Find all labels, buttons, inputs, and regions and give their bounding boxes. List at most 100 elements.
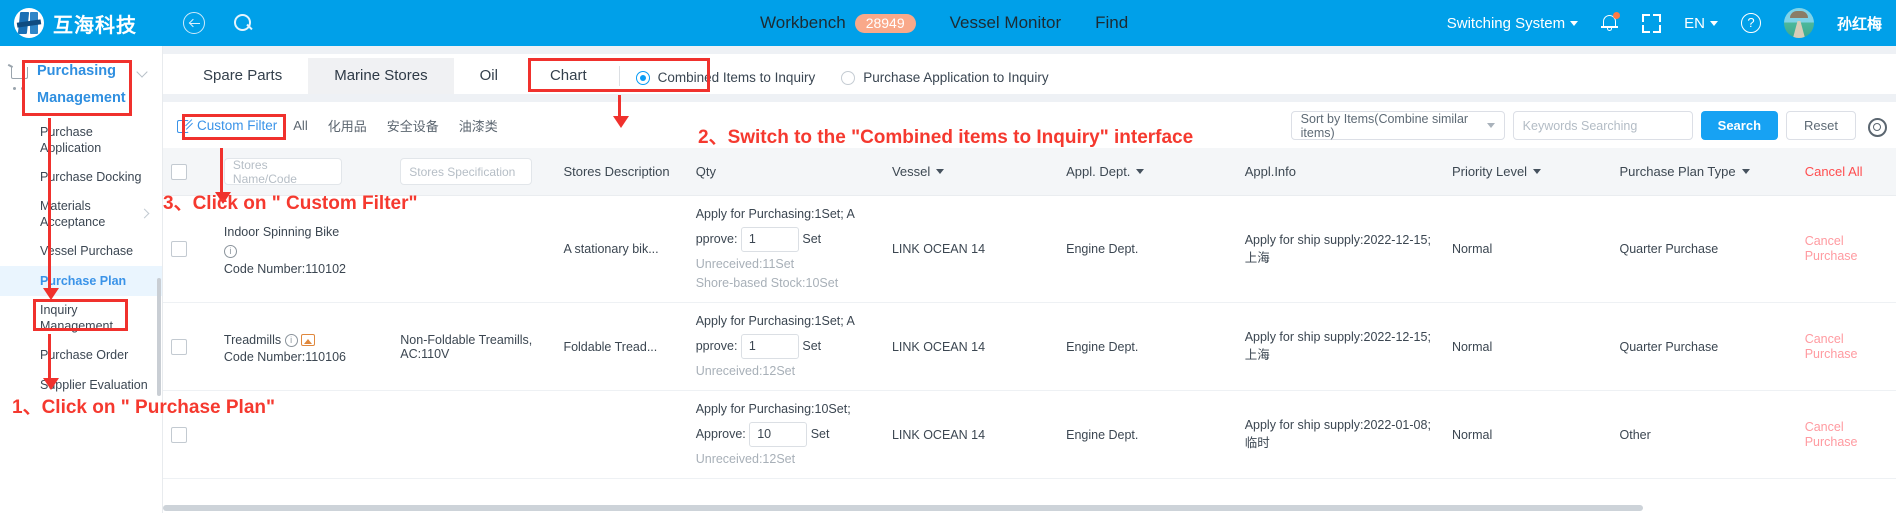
radio-combined-items-to-inquiry[interactable]: Combined Items to Inquiry <box>635 70 815 85</box>
horizontal-scrollbar-track[interactable] <box>163 505 1896 511</box>
filter-chip-chemicals[interactable]: 化用品 <box>328 116 367 135</box>
stores-specification-filter-input[interactable]: Stores Specification <box>400 158 533 185</box>
search-button[interactable]: Search <box>1700 111 1779 140</box>
cell-qty: Apply for Purchasing:1Set; A pprove: 1 S… <box>687 302 884 391</box>
cell-stores-name-code: Indoor Spinning Bike i Code Number:11010… <box>215 195 393 303</box>
radio-purchase-application-to-inquiry[interactable]: Purchase Application to Inquiry <box>841 70 1049 85</box>
tab-spare-parts[interactable]: Spare Parts <box>177 58 308 94</box>
filter-chip-paint[interactable]: 油漆类 <box>459 116 498 135</box>
search-icon[interactable] <box>233 13 253 33</box>
gear-icon[interactable] <box>1867 117 1887 137</box>
tab-oil[interactable]: Oil <box>454 58 524 94</box>
sort-select[interactable]: Sort by Items(Combine similar items) <box>1290 111 1505 140</box>
chevron-down-icon[interactable] <box>136 66 148 78</box>
sidebar-item-label: Purchase Application <box>40 125 102 155</box>
sidebar-item-inquiry-management[interactable]: Inquiry Management <box>0 296 162 340</box>
main-panel: Spare Parts Marine Stores Oil Chart Comb… <box>163 46 1896 513</box>
app-root: 互海科技 Workbench 28949 Vessel Monitor Find… <box>0 0 1896 513</box>
qty-approve-input[interactable]: 10 <box>749 422 808 447</box>
language-label: EN <box>1684 14 1705 32</box>
cell-priority: Normal <box>1443 302 1612 391</box>
th-vessel[interactable]: Vessel <box>883 148 1059 196</box>
cell-stores-description: Foldable Tread... <box>555 302 688 391</box>
table-row: Treadmills i Code Number:110106 Non-Fold… <box>163 302 1896 391</box>
switching-system-button[interactable]: Switching System <box>1447 15 1579 32</box>
cancel-purchase-button[interactable]: Cancel Purchase <box>1805 234 1858 263</box>
sidebar-scrollbar[interactable] <box>157 278 161 396</box>
qty-approve-label: pprove: <box>695 338 738 353</box>
cell-stores-description: A stationary bik... <box>555 195 688 303</box>
sidebar: Purchasing Management Purchase Applicati… <box>0 46 163 513</box>
filter-chip-all[interactable]: All <box>293 118 307 133</box>
workbench-count-badge: 28949 <box>854 13 916 33</box>
qty-approve-input[interactable]: 1 <box>740 334 799 359</box>
sidebar-item-purchase-application[interactable]: Purchase Application <box>0 118 162 162</box>
nav-find[interactable]: Find <box>1095 13 1128 33</box>
sidebar-item-purchase-docking[interactable]: Purchase Docking <box>0 162 162 192</box>
back-arrow-icon[interactable] <box>183 12 205 34</box>
row-checkbox[interactable] <box>171 426 187 443</box>
row-checkbox[interactable] <box>171 338 187 355</box>
tab-chart[interactable]: Chart <box>524 58 613 94</box>
table-header-row: Stores Name/Code Stores Specification St… <box>163 148 1896 196</box>
sidebar-item-purchase-order[interactable]: Purchase Order <box>0 340 162 370</box>
cancel-all-button[interactable]: Cancel All <box>1805 164 1863 179</box>
cancel-purchase-button[interactable]: Cancel Purchase <box>1805 332 1858 361</box>
cancel-purchase-button[interactable]: Cancel Purchase <box>1805 420 1858 449</box>
sidebar-item-supplier-evaluation[interactable]: Supplier Evaluation <box>0 370 162 400</box>
th-stores-specification: Stores Specification <box>392 148 556 196</box>
custom-filter-button[interactable]: Custom Filter <box>177 118 277 133</box>
tab-bar: Spare Parts Marine Stores Oil Chart Comb… <box>163 54 1896 94</box>
th-stores-name-code: Stores Name/Code <box>215 148 393 196</box>
radio-button-selected-icon <box>635 70 650 85</box>
th-priority-level[interactable]: Priority Level <box>1443 148 1612 196</box>
qty-approve-label: pprove: <box>695 231 738 246</box>
radio-label: Purchase Application to Inquiry <box>863 70 1049 85</box>
item-name: Indoor Spinning Bike <box>223 224 340 239</box>
sort-select-value: Sort by Items(Combine similar items) <box>1300 111 1469 140</box>
qty-approve-input[interactable]: 1 <box>740 227 799 252</box>
content-panel: Custom Filter All 化用品 安全设备 油漆类 Sort by I… <box>163 102 1896 513</box>
keywords-search-input[interactable]: Keywords Searching <box>1512 111 1693 140</box>
language-switcher[interactable]: EN <box>1684 15 1718 32</box>
qty-unit: Set <box>802 338 822 353</box>
sidebar-item-vessel-purchase[interactable]: Vessel Purchase <box>0 236 162 266</box>
purchase-plan-table: Stores Name/Code Stores Specification St… <box>163 148 1896 479</box>
th-purchase-plan-type[interactable]: Purchase Plan Type <box>1611 148 1797 196</box>
filter-chip-safety-equipment[interactable]: 安全设备 <box>387 116 439 135</box>
qty-unit: Set <box>802 231 822 246</box>
stores-name-code-placeholder: Stores Name/Code <box>232 157 297 186</box>
qty-unreceived: Unreceived:12Set <box>695 452 796 466</box>
reset-button[interactable]: Reset <box>1786 111 1856 140</box>
row-checkbox[interactable] <box>171 241 187 257</box>
nav-vessel-monitor[interactable]: Vessel Monitor <box>950 13 1062 33</box>
chevron-down-icon <box>1570 20 1579 26</box>
sidebar-item-label: Supplier Evaluation <box>40 378 148 392</box>
cell-checkbox <box>163 195 216 303</box>
fullscreen-icon[interactable] <box>1642 13 1662 33</box>
cell-stores-specification: Non-Foldable Treamills, AC:110V <box>392 302 556 391</box>
avatar[interactable] <box>1783 8 1814 38</box>
brand-logo[interactable]: 互海科技 <box>14 8 137 38</box>
tab-marine-stores[interactable]: Marine Stores <box>308 58 454 94</box>
horizontal-scrollbar-thumb[interactable] <box>163 505 1643 511</box>
cell-cancel: Cancel Purchase <box>1796 302 1896 391</box>
th-appl-dept[interactable]: Appl. Dept. <box>1058 148 1237 196</box>
vessel-header-label: Vessel <box>891 164 931 179</box>
main-navigation: Workbench 28949 Vessel Monitor Find <box>760 0 1128 46</box>
image-icon[interactable] <box>301 334 316 347</box>
sidebar-item-materials-acceptance[interactable]: Materials Acceptance <box>0 192 162 236</box>
stores-name-code-filter-input[interactable]: Stores Name/Code <box>223 157 342 186</box>
nav-workbench[interactable]: Workbench 28949 <box>760 13 916 33</box>
select-all-checkbox[interactable] <box>171 163 187 180</box>
help-icon[interactable]: ? <box>1740 13 1761 33</box>
info-icon[interactable]: i <box>284 333 298 347</box>
priority-level-header-label: Priority Level <box>1451 164 1528 179</box>
sidebar-section-purchasing[interactable]: Purchasing Management <box>0 46 162 112</box>
sidebar-item-purchase-plan[interactable]: Purchase Plan <box>0 266 162 296</box>
cell-stores-name-code <box>215 390 393 479</box>
info-icon[interactable]: i <box>223 245 237 259</box>
th-qty: Qty <box>687 148 884 196</box>
notification-bell-icon[interactable] <box>1601 12 1621 33</box>
cell-checkbox <box>163 390 216 479</box>
